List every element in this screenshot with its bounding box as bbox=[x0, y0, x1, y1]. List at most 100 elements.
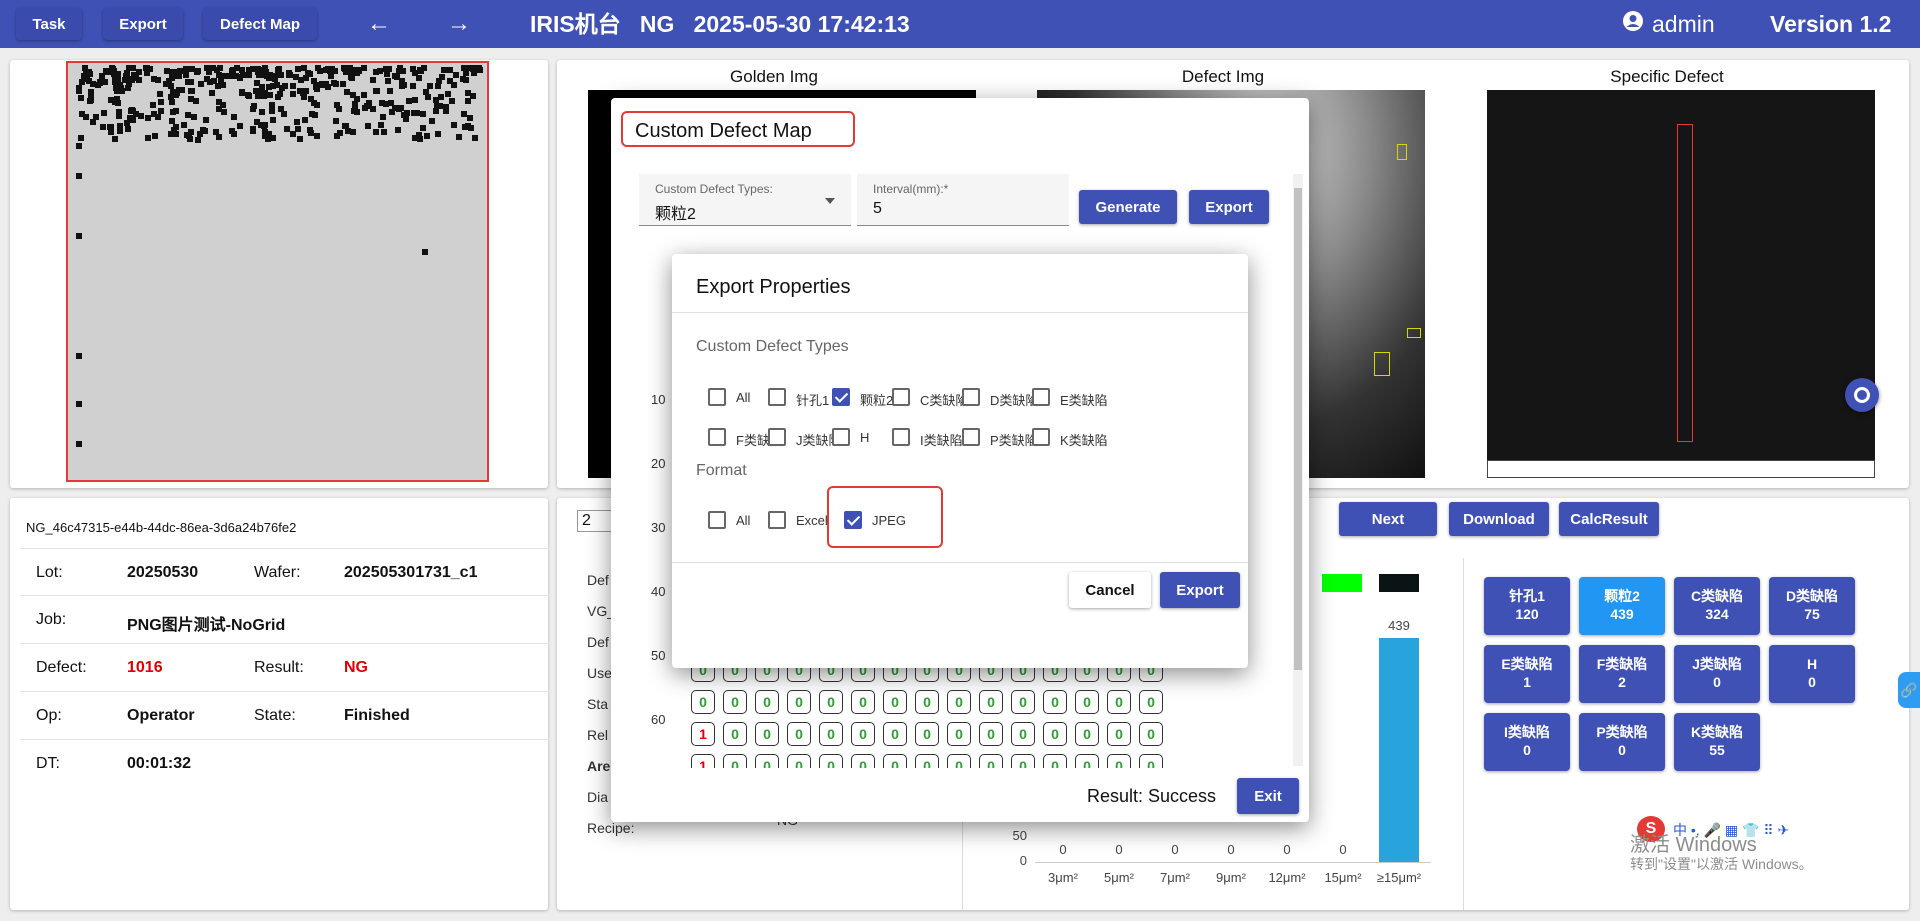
defect-type-tile[interactable]: 针孔1 120 bbox=[1484, 577, 1570, 635]
grid-cell[interactable]: 0 bbox=[883, 722, 907, 746]
grid-cell[interactable]: 0 bbox=[819, 722, 843, 746]
grid-cell[interactable]: 0 bbox=[723, 690, 747, 714]
grid-cell[interactable]: 0 bbox=[915, 690, 939, 714]
task-button[interactable]: Task bbox=[16, 8, 82, 40]
type-checkbox[interactable] bbox=[708, 428, 726, 446]
type-checkbox[interactable] bbox=[832, 388, 850, 406]
grid-cell[interactable]: 0 bbox=[851, 722, 875, 746]
grid-cell[interactable]: 0 bbox=[915, 754, 939, 768]
type-checkbox[interactable] bbox=[962, 388, 980, 406]
custom-export-button[interactable]: Export bbox=[1189, 190, 1269, 224]
specific-defect-image[interactable] bbox=[1487, 90, 1875, 478]
grid-cell[interactable]: 0 bbox=[1011, 722, 1035, 746]
chart-bar[interactable] bbox=[1379, 638, 1419, 862]
types-heading: Custom Defect Types bbox=[696, 338, 849, 355]
grid-cell[interactable]: 0 bbox=[1075, 690, 1099, 714]
grid-cell[interactable]: 0 bbox=[947, 722, 971, 746]
defect-type-tile[interactable]: I类缺陷 0 bbox=[1484, 713, 1570, 771]
grid-cell[interactable]: 0 bbox=[755, 690, 779, 714]
type-checkbox[interactable] bbox=[768, 428, 786, 446]
grid-cell[interactable]: 1 bbox=[691, 754, 715, 768]
grid-cell[interactable]: 0 bbox=[787, 754, 811, 768]
export-confirm-button[interactable]: Export bbox=[1160, 572, 1240, 608]
type-checkbox[interactable] bbox=[962, 428, 980, 446]
link-sidebar-icon[interactable]: 🔗 bbox=[1898, 672, 1920, 708]
grid-cell[interactable]: 0 bbox=[947, 690, 971, 714]
grid-cell[interactable]: 0 bbox=[1107, 754, 1131, 768]
type-checkbox[interactable] bbox=[1032, 428, 1050, 446]
defect-types-select[interactable]: Custom Defect Types: 颗粒2 bbox=[639, 174, 851, 226]
download-button[interactable]: Download bbox=[1449, 502, 1549, 536]
grid-cell[interactable]: 0 bbox=[819, 754, 843, 768]
format-checkbox[interactable] bbox=[844, 511, 862, 529]
type-checkbox[interactable] bbox=[1032, 388, 1050, 406]
grid-cell[interactable]: 0 bbox=[787, 722, 811, 746]
grid-cell[interactable]: 0 bbox=[723, 722, 747, 746]
defect-type-tile[interactable]: C类缺陷 324 bbox=[1674, 577, 1760, 635]
grid-cell[interactable]: 0 bbox=[1107, 722, 1131, 746]
dialog-scrollbar[interactable] bbox=[1293, 174, 1303, 766]
grid-cell[interactable]: 0 bbox=[787, 690, 811, 714]
grid-cell[interactable]: 0 bbox=[691, 690, 715, 714]
format-checkbox[interactable] bbox=[768, 511, 786, 529]
type-checkbox[interactable] bbox=[892, 428, 910, 446]
grid-cell[interactable]: 0 bbox=[979, 722, 1003, 746]
defect-type-tile[interactable]: P类缺陷 0 bbox=[1579, 713, 1665, 771]
grid-cell[interactable]: 0 bbox=[851, 754, 875, 768]
grid-cell[interactable]: 0 bbox=[883, 754, 907, 768]
grid-cell[interactable]: 0 bbox=[947, 754, 971, 768]
grid-cell[interactable]: 0 bbox=[851, 690, 875, 714]
interval-input[interactable]: Interval(mm):* 5 bbox=[857, 174, 1069, 226]
grid-cell[interactable]: 0 bbox=[1075, 754, 1099, 768]
grid-cell[interactable]: 0 bbox=[1139, 722, 1163, 746]
defect-type-tile[interactable]: D类缺陷 75 bbox=[1769, 577, 1855, 635]
next-button[interactable]: Next bbox=[1339, 502, 1437, 536]
grid-cell[interactable]: 0 bbox=[1139, 690, 1163, 714]
grid-cell[interactable]: 0 bbox=[1043, 690, 1067, 714]
grid-cell[interactable]: 0 bbox=[1075, 722, 1099, 746]
wafer-map[interactable] bbox=[66, 61, 489, 482]
exit-button[interactable]: Exit bbox=[1237, 778, 1299, 814]
grid-cell[interactable]: 0 bbox=[915, 722, 939, 746]
grid-cell[interactable]: 0 bbox=[1043, 722, 1067, 746]
defect-type-tile[interactable]: H0 bbox=[1769, 645, 1855, 703]
scrollbar-thumb[interactable] bbox=[1294, 188, 1302, 670]
defect-type-tile[interactable]: E类缺陷 1 bbox=[1484, 645, 1570, 703]
arrow-left-icon[interactable]: ← bbox=[365, 10, 393, 38]
calc-result-button[interactable]: CalcResult bbox=[1559, 502, 1659, 536]
type-checkbox[interactable] bbox=[892, 388, 910, 406]
defect-type-tile[interactable]: F类缺陷 2 bbox=[1579, 645, 1665, 703]
type-checkbox[interactable] bbox=[768, 388, 786, 406]
grid-cell[interactable]: 0 bbox=[1011, 690, 1035, 714]
grid-cell[interactable]: 0 bbox=[979, 690, 1003, 714]
format-checkbox[interactable] bbox=[708, 511, 726, 529]
defect-type-tile[interactable]: J类缺陷 0 bbox=[1674, 645, 1760, 703]
grid-cell[interactable]: 0 bbox=[755, 722, 779, 746]
user-menu[interactable]: admin bbox=[1622, 0, 1715, 48]
type-checkbox[interactable] bbox=[708, 388, 726, 406]
grid-cell[interactable]: 0 bbox=[883, 690, 907, 714]
arrow-right-icon[interactable]: → bbox=[445, 10, 473, 38]
grid-cell[interactable]: 0 bbox=[1139, 754, 1163, 768]
defect-dot bbox=[386, 88, 393, 95]
defect-dot bbox=[435, 78, 442, 85]
grid-cell[interactable]: 0 bbox=[1043, 754, 1067, 768]
generate-button[interactable]: Generate bbox=[1079, 190, 1177, 224]
defect-dot bbox=[468, 125, 475, 132]
defect-map-button[interactable]: Defect Map bbox=[203, 8, 317, 40]
cancel-button[interactable]: Cancel bbox=[1069, 572, 1151, 608]
floating-action-button[interactable] bbox=[1845, 378, 1879, 412]
grid-cell[interactable]: 0 bbox=[1011, 754, 1035, 768]
image-scrollbar[interactable] bbox=[1487, 460, 1875, 478]
grid-cell[interactable]: 1 bbox=[691, 722, 715, 746]
grid-cell[interactable]: 0 bbox=[819, 690, 843, 714]
grid-cell[interactable]: 0 bbox=[755, 754, 779, 768]
defect-type-tile[interactable]: 颗粒2 439 bbox=[1579, 577, 1665, 635]
state-label: State: bbox=[254, 707, 296, 724]
grid-cell[interactable]: 0 bbox=[723, 754, 747, 768]
type-checkbox[interactable] bbox=[832, 428, 850, 446]
defect-type-tile[interactable]: K类缺陷 55 bbox=[1674, 713, 1760, 771]
grid-cell[interactable]: 0 bbox=[979, 754, 1003, 768]
grid-cell[interactable]: 0 bbox=[1107, 690, 1131, 714]
export-menu-button[interactable]: Export bbox=[103, 8, 183, 40]
